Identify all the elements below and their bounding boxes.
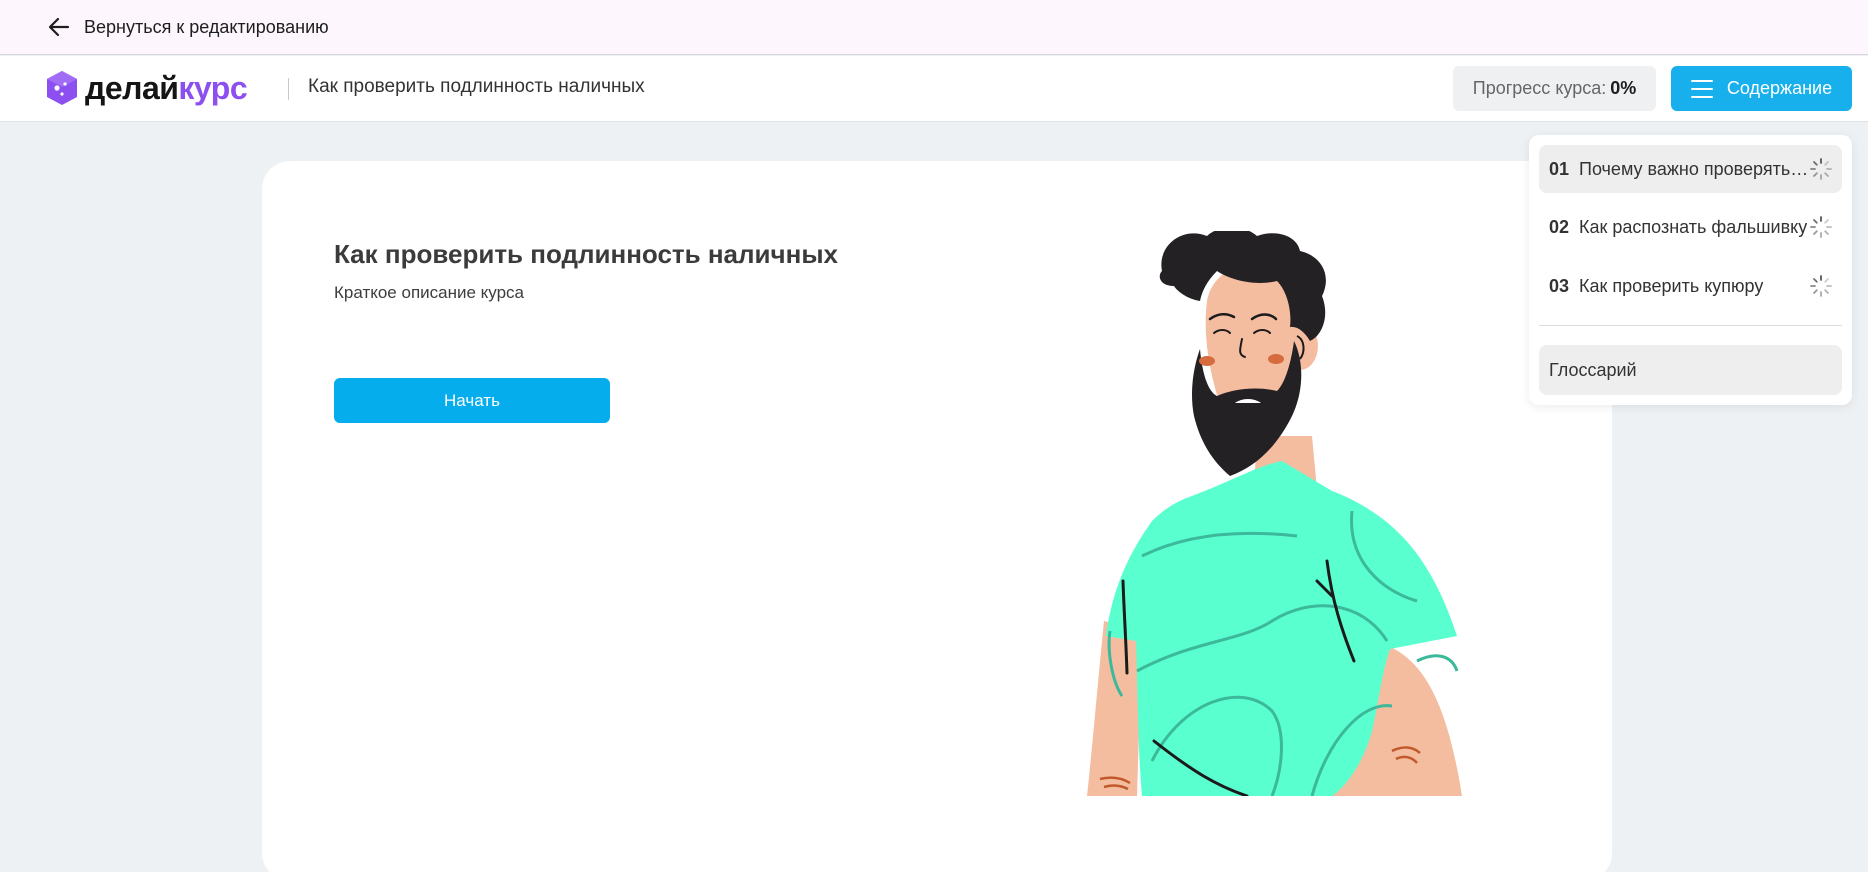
header-course-title: Как проверить подлинность наличных	[308, 76, 645, 97]
course-title: Как проверить подлинность наличных	[334, 239, 838, 269]
contents-item-01[interactable]: 01 Почему важно проверять наличные	[1539, 145, 1842, 193]
course-header: делайкурс Как проверить подлинность нали…	[0, 56, 1868, 122]
arrow-left-icon	[48, 17, 70, 37]
back-link-label: Вернуться к редактированию	[84, 16, 329, 37]
progress-value: 0%	[1610, 78, 1637, 98]
spinner-icon	[1810, 216, 1832, 238]
logo-text: делайкурс	[85, 70, 248, 106]
contents-item-03[interactable]: 03 Как проверить купюру	[1539, 262, 1842, 310]
start-button[interactable]: Начать	[334, 378, 610, 423]
back-to-editing-link[interactable]: Вернуться к редактированию	[46, 14, 329, 40]
spinner-icon	[1810, 158, 1832, 180]
contents-item-number: 02	[1549, 216, 1570, 237]
contents-item-label: Как распознать фальшивку	[1579, 216, 1808, 237]
contents-button-label: Содержание	[1726, 78, 1833, 98]
logo[interactable]: делайкурс	[45, 70, 248, 106]
menu-icon	[1690, 79, 1713, 98]
bearded-man-illustration	[1087, 231, 1462, 796]
logo-text-part1: делай	[85, 70, 179, 106]
progress-label: Прогресс курса:	[1472, 78, 1607, 98]
logo-cube-icon	[47, 71, 77, 105]
edit-bar: Вернуться к редактированию	[0, 0, 1868, 55]
course-description: Краткое описание курса	[334, 283, 525, 302]
spinner-icon	[1810, 275, 1832, 297]
course-progress: Прогресс курса: 0%	[1453, 66, 1656, 111]
contents-item-number: 03	[1549, 275, 1570, 296]
contents-button[interactable]: Содержание	[1671, 66, 1852, 111]
logo-text-part2: курс	[178, 70, 248, 106]
contents-item-label: Как проверить купюру	[1579, 275, 1764, 296]
glossary-item[interactable]: Глоссарий	[1539, 345, 1842, 395]
contents-item-02[interactable]: 02 Как распознать фальшивку	[1539, 203, 1842, 251]
contents-item-number: 01	[1549, 158, 1570, 179]
course-cover-card: Как проверить подлинность наличных Кратк…	[262, 161, 1612, 872]
header-divider	[288, 78, 289, 100]
contents-item-label: Почему важно проверять наличные	[1579, 158, 1811, 179]
contents-dropdown: 01 Почему важно проверять наличные 02 Ка…	[1529, 135, 1852, 405]
contents-divider	[1539, 325, 1842, 326]
